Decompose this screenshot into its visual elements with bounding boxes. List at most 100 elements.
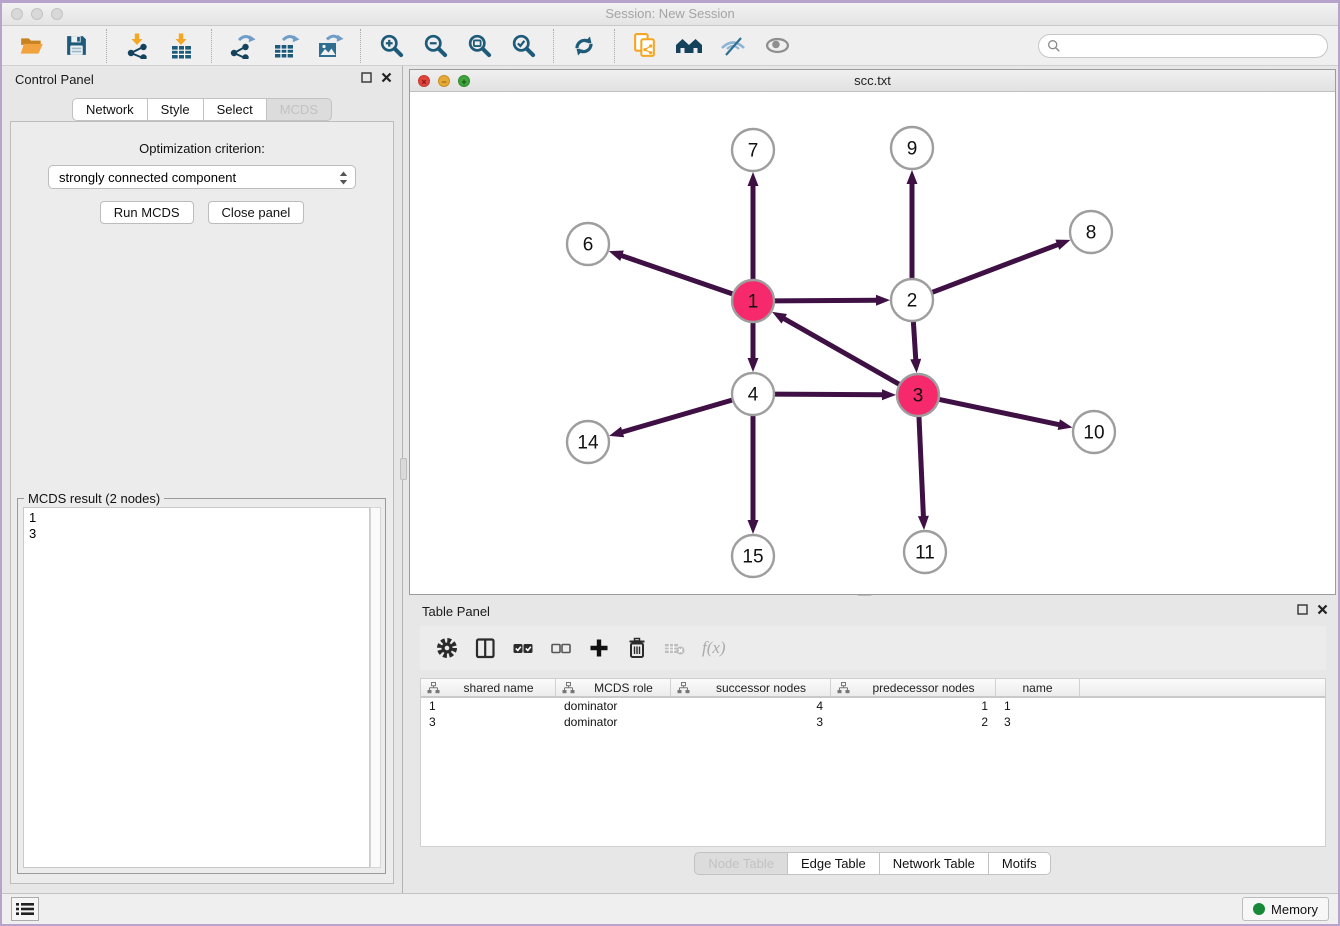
graph-edge[interactable] [774, 394, 883, 395]
graph-edge[interactable] [783, 318, 899, 384]
tab-node-table[interactable]: Node Table [694, 852, 788, 875]
add-row-button[interactable] [584, 633, 614, 663]
float-panel-icon[interactable] [1297, 604, 1308, 615]
close-panel-icon[interactable] [381, 72, 392, 83]
float-panel-icon[interactable] [361, 72, 372, 83]
export-image-button[interactable] [314, 30, 346, 62]
column-header-successor-nodes[interactable]: successor nodes [671, 679, 831, 696]
mcds-tab-page: Optimization criterion: strongly connect… [10, 121, 394, 884]
optimization-criterion-select[interactable]: strongly connected component [48, 165, 356, 189]
export-image-icon [317, 32, 344, 59]
hierarchy-icon [837, 682, 850, 694]
apply-layout-button[interactable] [568, 30, 600, 62]
column-header-name[interactable]: name [996, 679, 1080, 696]
select-all-button[interactable] [508, 633, 538, 663]
search-field[interactable] [1038, 34, 1328, 58]
search-input[interactable] [1066, 39, 1319, 54]
column-header-shared-name[interactable]: shared name [421, 679, 556, 696]
toolbar-separator [553, 29, 554, 63]
control-panel-title: Control Panel [15, 72, 94, 87]
graph-edge[interactable] [913, 321, 915, 360]
column-header-mcds-role[interactable]: MCDS role [556, 679, 671, 696]
save-session-button[interactable] [60, 30, 92, 62]
table-cell[interactable]: 3 [421, 714, 556, 730]
copy-network-view-button[interactable] [629, 30, 661, 62]
export-network-button[interactable] [226, 30, 258, 62]
graph-edge-arrowhead [748, 520, 759, 534]
graph-edge-arrowhead [609, 427, 624, 438]
table-row[interactable]: 3dominator323 [421, 714, 1325, 730]
tab-edge-table[interactable]: Edge Table [788, 852, 880, 875]
zoom-fit-button[interactable] [463, 30, 495, 62]
table-cell[interactable]: 3 [996, 714, 1080, 730]
tab-style[interactable]: Style [148, 98, 204, 121]
graph-edge-arrowhead [910, 359, 921, 373]
graph-node-label: 8 [1086, 223, 1097, 244]
deselect-all-button[interactable] [546, 633, 576, 663]
table-cell[interactable]: 1 [831, 698, 996, 714]
graph-edge-arrowhead [609, 251, 624, 261]
graph-edge[interactable] [939, 399, 1060, 424]
delete-table-button-disabled [660, 633, 690, 663]
table-cell[interactable]: dominator [556, 714, 671, 730]
task-history-button[interactable] [11, 897, 39, 921]
tab-motifs[interactable]: Motifs [989, 852, 1051, 875]
close-panel-button[interactable]: Close panel [208, 201, 305, 224]
zoom-in-button[interactable] [375, 30, 407, 62]
graph-edge-arrowhead [748, 358, 759, 372]
table-cell[interactable]: dominator [556, 698, 671, 714]
function-builder-label: f(x) [702, 638, 726, 658]
show-details-button[interactable] [761, 30, 793, 62]
mcds-result-fieldset: MCDS result (2 nodes) 1 3 [17, 498, 386, 874]
table-row[interactable]: 1dominator411 [421, 698, 1325, 714]
table-cell[interactable]: 2 [831, 714, 996, 730]
houses-icon [675, 32, 703, 60]
export-table-button[interactable] [270, 30, 302, 62]
network-canvas[interactable]: 7968124314101511 [410, 92, 1335, 594]
table-cell[interactable]: 1 [421, 698, 556, 714]
show-columns-button[interactable] [470, 633, 500, 663]
graph-node-label: 9 [907, 139, 918, 160]
graph-edge[interactable] [621, 255, 733, 294]
tab-select[interactable]: Select [204, 98, 267, 121]
table-cell[interactable]: 4 [671, 698, 831, 714]
graph-node-label: 14 [577, 433, 599, 454]
graph-edge[interactable] [774, 300, 877, 301]
main-toolbar [2, 26, 1338, 66]
mcds-result-text[interactable]: 1 3 [23, 507, 370, 868]
tab-network[interactable]: Network [72, 98, 148, 121]
zoom-out-button[interactable] [419, 30, 451, 62]
open-session-button[interactable] [16, 30, 48, 62]
tab-network-table[interactable]: Network Table [880, 852, 989, 875]
hide-details-button[interactable] [717, 30, 749, 62]
memory-status-icon [1253, 903, 1265, 915]
import-network-button[interactable] [121, 30, 153, 62]
save-icon [64, 33, 89, 58]
network-window-title: scc.txt [410, 73, 1335, 88]
graph-edge[interactable] [919, 416, 924, 517]
tab-mcds[interactable]: MCDS [267, 98, 332, 121]
zoom-selected-button[interactable] [507, 30, 539, 62]
memory-button[interactable]: Memory [1242, 897, 1329, 921]
status-bar: Memory [2, 893, 1338, 924]
columns-icon [473, 636, 497, 660]
run-mcds-button[interactable]: Run MCDS [100, 201, 194, 224]
table-cell[interactable]: 1 [996, 698, 1080, 714]
graph-edge-arrowhead [1058, 419, 1073, 430]
show-all-networks-button[interactable] [673, 30, 705, 62]
network-graph[interactable]: 7968124314101511 [410, 92, 1335, 594]
result-scrollbar[interactable] [370, 507, 381, 868]
graph-node-label: 3 [913, 386, 924, 407]
table-cell[interactable]: 3 [671, 714, 831, 730]
vertical-splitter-grip[interactable] [400, 458, 407, 480]
graph-edge[interactable] [932, 244, 1059, 292]
zoom-in-icon [378, 32, 405, 59]
graph-edge[interactable] [622, 400, 733, 432]
import-table-icon [168, 33, 194, 59]
delete-row-button[interactable] [622, 633, 652, 663]
close-panel-icon[interactable] [1317, 604, 1328, 615]
import-table-button[interactable] [165, 30, 197, 62]
table-settings-button[interactable] [432, 633, 462, 663]
table-panel: Table Panel [409, 598, 1336, 891]
column-header-predecessor-nodes[interactable]: predecessor nodes [831, 679, 996, 696]
